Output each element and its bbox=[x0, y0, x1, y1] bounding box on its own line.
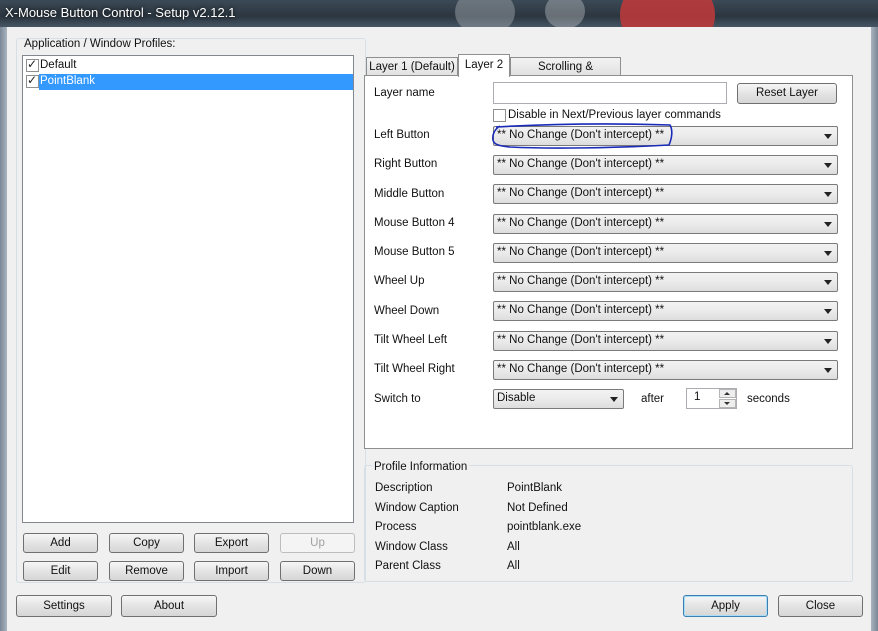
row-label-left-button: Left Button bbox=[374, 129, 430, 141]
pointblank-checkbox[interactable]: ✓ bbox=[26, 73, 39, 88]
after-label: after bbox=[641, 393, 665, 405]
window-title: X-Mouse Button Control - Setup v2.12.1 bbox=[5, 5, 236, 20]
list-item-pointblank[interactable]: ✓ PointBlank bbox=[24, 73, 353, 90]
info-label-description: Description bbox=[375, 482, 433, 494]
chevron-down-icon bbox=[824, 309, 832, 314]
dropdown-value: ** No Change (Don't intercept) ** bbox=[497, 217, 665, 229]
import-button[interactable]: Import bbox=[194, 561, 269, 581]
info-label-parent-class: Parent Class bbox=[375, 560, 441, 572]
window-frame-left bbox=[0, 27, 7, 631]
about-button[interactable]: About bbox=[121, 595, 217, 617]
wheel-up-dropdown[interactable]: ** No Change (Don't intercept) ** bbox=[493, 272, 838, 292]
list-item-label: PointBlank bbox=[40, 75, 95, 87]
up-button[interactable]: Up bbox=[280, 533, 355, 553]
middle-button-dropdown[interactable]: ** No Change (Don't intercept) ** bbox=[493, 184, 838, 204]
chevron-down-icon bbox=[824, 134, 832, 139]
chevron-down-icon bbox=[824, 368, 832, 373]
profile-info-heading: Profile Information bbox=[372, 461, 470, 473]
dropdown-value: Disable bbox=[497, 392, 536, 404]
chevron-down-icon bbox=[824, 163, 832, 168]
chevron-down-icon bbox=[824, 339, 832, 344]
mouse-button-4-dropdown[interactable]: ** No Change (Don't intercept) ** bbox=[493, 214, 838, 234]
chevron-up-icon bbox=[724, 392, 730, 395]
spin-down-button[interactable] bbox=[719, 399, 736, 408]
default-checkbox[interactable]: ✓ bbox=[26, 57, 39, 72]
settings-button[interactable]: Settings bbox=[16, 595, 112, 617]
mouse-button-5-dropdown[interactable]: ** No Change (Don't intercept) ** bbox=[493, 243, 838, 263]
layer-name-label: Layer name bbox=[374, 87, 435, 99]
chevron-down-icon bbox=[610, 397, 618, 402]
info-label-window-caption: Window Caption bbox=[375, 502, 459, 514]
info-label-window-class: Window Class bbox=[375, 541, 448, 553]
dropdown-value: ** No Change (Don't intercept) ** bbox=[497, 187, 665, 199]
chevron-down-icon bbox=[824, 222, 832, 227]
dropdown-value: ** No Change (Don't intercept) ** bbox=[497, 334, 665, 346]
dropdown-value: ** No Change (Don't intercept) ** bbox=[497, 246, 665, 258]
down-button[interactable]: Down bbox=[280, 561, 355, 581]
window-frame-right bbox=[871, 27, 878, 631]
profiles-heading: Application / Window Profiles: bbox=[24, 38, 176, 50]
tab-scrolling-navigation[interactable]: Scrolling & Navigation bbox=[510, 57, 621, 91]
background-blur bbox=[545, 0, 585, 28]
tilt-wheel-right-dropdown[interactable]: ** No Change (Don't intercept) ** bbox=[493, 360, 838, 380]
chevron-down-icon bbox=[824, 192, 832, 197]
row-label-tilt-wheel-left: Tilt Wheel Left bbox=[374, 334, 448, 346]
row-label-wheel-down: Wheel Down bbox=[374, 305, 440, 317]
info-value-description: PointBlank bbox=[507, 482, 562, 494]
info-value-window-class: All bbox=[507, 541, 520, 553]
chevron-down-icon bbox=[824, 251, 832, 256]
close-button[interactable]: Close bbox=[778, 595, 863, 617]
spin-up-button[interactable] bbox=[719, 389, 736, 398]
annotation-ink bbox=[492, 123, 673, 149]
tilt-wheel-left-dropdown[interactable]: ** No Change (Don't intercept) ** bbox=[493, 331, 838, 351]
apply-button[interactable]: Apply bbox=[683, 595, 768, 617]
reset-layer-button[interactable]: Reset Layer bbox=[737, 83, 837, 104]
check-icon: ✓ bbox=[27, 57, 38, 71]
row-label-mouse-button-4: Mouse Button 4 bbox=[374, 217, 455, 229]
seconds-label: seconds bbox=[747, 393, 790, 405]
row-label-wheel-up: Wheel Up bbox=[374, 275, 425, 287]
edit-button[interactable]: Edit bbox=[23, 561, 98, 581]
check-icon: ✓ bbox=[27, 73, 38, 87]
tab-layer-2[interactable]: Layer 2 bbox=[458, 54, 510, 77]
dropdown-value: ** No Change (Don't intercept) ** bbox=[497, 275, 665, 287]
row-label-tilt-wheel-right: Tilt Wheel Right bbox=[374, 363, 455, 375]
spinner-value: 1 bbox=[694, 391, 701, 403]
list-item-label: Default bbox=[40, 59, 77, 71]
add-button[interactable]: Add bbox=[23, 533, 98, 553]
row-label-mouse-button-5: Mouse Button 5 bbox=[374, 246, 455, 258]
row-label-right-button: Right Button bbox=[374, 158, 438, 170]
right-button-dropdown[interactable]: ** No Change (Don't intercept) ** bbox=[493, 155, 838, 175]
info-value-parent-class: All bbox=[507, 560, 520, 572]
chevron-down-icon bbox=[724, 402, 730, 405]
list-item-default[interactable]: ✓ Default bbox=[24, 57, 352, 74]
info-label-process: Process bbox=[375, 521, 417, 533]
info-value-window-caption: Not Defined bbox=[507, 502, 568, 514]
after-seconds-spinner[interactable]: 1 bbox=[686, 388, 737, 409]
layer-name-input[interactable] bbox=[493, 82, 727, 104]
dropdown-value: ** No Change (Don't intercept) ** bbox=[497, 158, 665, 170]
remove-button[interactable]: Remove bbox=[109, 561, 184, 581]
copy-button[interactable]: Copy bbox=[109, 533, 184, 553]
tab-layer-1[interactable]: Layer 1 (Default) bbox=[366, 57, 458, 76]
wheel-down-dropdown[interactable]: ** No Change (Don't intercept) ** bbox=[493, 301, 838, 321]
switch-to-dropdown[interactable]: Disable bbox=[493, 389, 624, 409]
chevron-down-icon bbox=[824, 280, 832, 285]
row-label-middle-button: Middle Button bbox=[374, 188, 445, 200]
dropdown-value: ** No Change (Don't intercept) ** bbox=[497, 363, 665, 375]
info-value-process: pointblank.exe bbox=[507, 521, 582, 533]
switch-to-label: Switch to bbox=[374, 393, 421, 405]
export-button[interactable]: Export bbox=[194, 533, 269, 553]
dropdown-value: ** No Change (Don't intercept) ** bbox=[497, 304, 665, 316]
profiles-list[interactable]: ✓ Default ✓ PointBlank bbox=[22, 55, 354, 523]
